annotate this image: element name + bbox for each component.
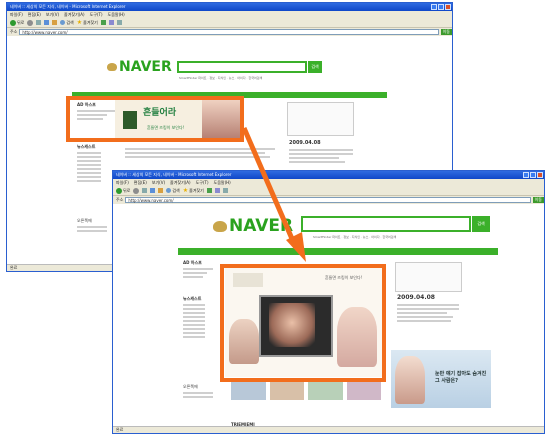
arrow-icon xyxy=(241,127,306,262)
arrow-line xyxy=(241,127,299,249)
